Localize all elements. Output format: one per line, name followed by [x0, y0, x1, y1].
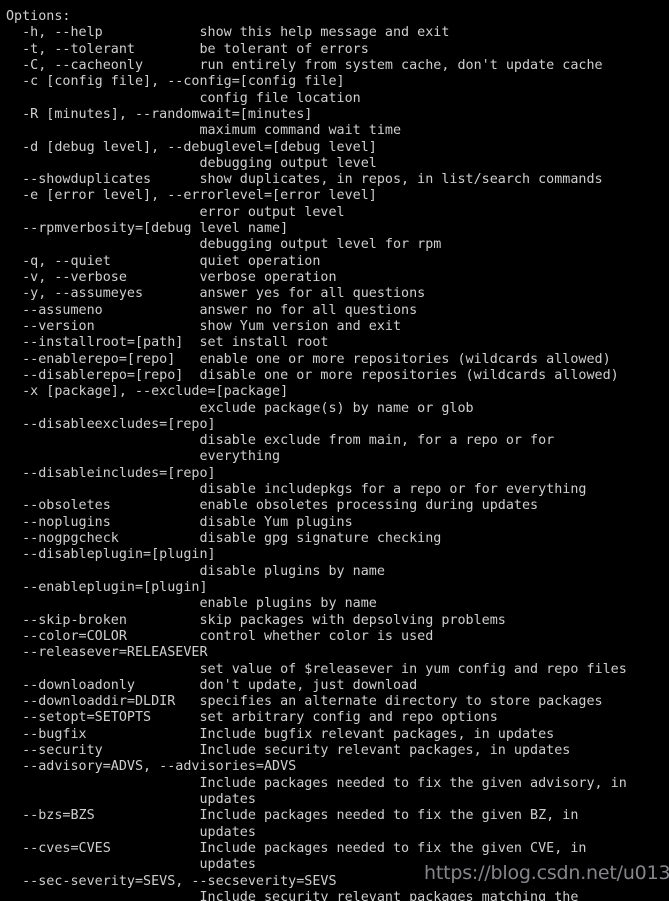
terminal-line: -c [config file], --config=[config file] — [6, 74, 345, 90]
terminal-line: --advisory=ADVS, --advisories=ADVS — [6, 759, 297, 775]
terminal-line: --bugfix Include bugfix relevant package… — [6, 726, 555, 742]
terminal-line: debugging output level — [6, 155, 377, 171]
terminal-line: updates — [6, 824, 256, 840]
terminal-line: --rpmverbosity=[debug level name] — [6, 221, 289, 237]
terminal-line: -R [minutes], --randomwait=[minutes] — [6, 106, 313, 122]
terminal-line: --showduplicates show duplicates, in rep… — [6, 172, 603, 188]
terminal-line: --disableexcludes=[repo] — [6, 416, 216, 432]
terminal-line: maximum command wait time — [6, 123, 402, 139]
terminal-line: everything — [6, 449, 281, 465]
terminal-line: --disableplugin=[plugin] — [6, 547, 216, 563]
terminal-line: --assumeno answer no for all questions — [6, 302, 418, 318]
terminal-line: -v, --verbose verbose operation — [6, 270, 337, 285]
terminal-line: set value of $releasever in yum config a… — [6, 661, 627, 677]
terminal-line: --skip-broken skip packages with depsolv… — [6, 612, 506, 628]
terminal-line: disable exclude from main, for a repo or… — [6, 433, 555, 449]
terminal-line: --downloaddir=DLDIR specifies an alterna… — [6, 694, 603, 710]
terminal-output-text[interactable]: Options: -h, --help show this help messa… — [6, 9, 669, 901]
terminal-line: --installroot=[path] set install root — [6, 335, 329, 351]
terminal-line: --disableincludes=[repo] — [6, 465, 216, 481]
terminal-line: debugging output level for rpm — [6, 237, 442, 253]
terminal-line: --color=COLOR control whether color is u… — [6, 628, 434, 644]
terminal-line: updates — [6, 792, 256, 807]
terminal-line: --enablerepo=[repo] enable one or more r… — [6, 351, 611, 367]
terminal-line: --disablerepo=[repo] disable one or more… — [6, 367, 619, 383]
terminal-line: updates — [6, 857, 256, 873]
terminal-line: error output level — [6, 204, 345, 220]
terminal-line: --version show Yum version and exit — [6, 318, 402, 334]
terminal-line: Include packages needed to fix the given… — [6, 775, 627, 791]
terminal-line: --releasever=RELEASEVER — [6, 645, 208, 661]
terminal-line: -h, --help show this help message and ex… — [6, 25, 450, 41]
terminal-line: -q, --quiet quiet operation — [6, 253, 321, 269]
terminal-line: --noplugins disable Yum plugins — [6, 514, 353, 530]
terminal-line: disable plugins by name — [6, 563, 385, 579]
terminal-line: --cves=CVES Include packages needed to f… — [6, 840, 587, 856]
terminal-line: --nogpgcheck disable gpg signature check… — [6, 531, 442, 546]
terminal-line: --security Include security relevant pac… — [6, 743, 571, 759]
terminal-line: enable plugins by name — [6, 596, 377, 612]
terminal-line: -y, --assumeyes answer yes for all quest… — [6, 286, 426, 302]
terminal-line: --setopt=SETOPTS set arbitrary config an… — [6, 710, 498, 726]
terminal-line: Options: — [6, 9, 71, 24]
terminal-line: Include security relevant packages match… — [6, 889, 579, 901]
terminal-line: --obsoletes enable obsoletes processing … — [6, 498, 539, 514]
terminal-line: exclude package(s) by name or glob — [6, 400, 474, 416]
terminal-line: --bzs=BZS Include packages needed to fix… — [6, 808, 579, 824]
terminal-line: --enableplugin=[plugin] — [6, 579, 208, 595]
terminal-line: -d [debug level], --debuglevel=[debug le… — [6, 139, 377, 155]
terminal-line: config file location — [6, 90, 361, 106]
terminal-line: -e [error level], --errorlevel=[error le… — [6, 188, 377, 204]
terminal-line: --sec-severity=SEVS, --secseverity=SEVS — [6, 873, 337, 889]
terminal-line: -x [package], --exclude=[package] — [6, 384, 289, 400]
terminal-line: -C, --cacheonly run entirely from system… — [6, 57, 603, 73]
terminal-line: -t, --tolerant be tolerant of errors — [6, 41, 369, 57]
terminal-line: --downloadonly don't update, just downlo… — [6, 677, 418, 693]
terminal-window[interactable]: Options: -h, --help show this help messa… — [0, 0, 669, 901]
terminal-line: disable includepkgs for a repo or for ev… — [6, 482, 587, 498]
